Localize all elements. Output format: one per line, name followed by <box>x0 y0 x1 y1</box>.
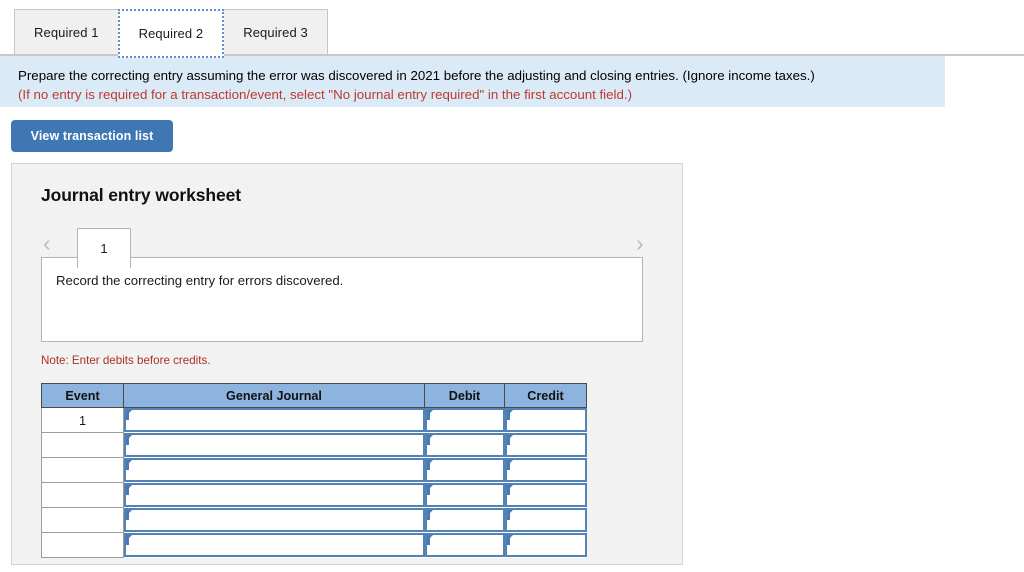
required-tab-strip: Required 1 Required 2 Required 3 <box>0 0 1024 58</box>
worksheet-title: Journal entry worksheet <box>41 185 241 205</box>
table-row: 1 <box>41 407 587 433</box>
event-cell <box>41 432 124 458</box>
account-select-input[interactable] <box>124 408 425 433</box>
debit-input[interactable] <box>424 458 505 482</box>
tab-required-1[interactable]: Required 1 <box>14 9 119 55</box>
account-select-input[interactable] <box>124 483 425 507</box>
view-transaction-list-button[interactable]: View transaction list <box>11 120 173 152</box>
table-header-row: Event General Journal Debit Credit <box>41 383 587 408</box>
credit-cell <box>504 457 587 483</box>
general-journal-cell <box>123 482 425 508</box>
instruction-secondary-text: (If no entry is required for a transacti… <box>18 87 633 102</box>
general-journal-cell <box>123 407 425 433</box>
debit-cell <box>424 407 505 433</box>
general-journal-cell <box>123 507 425 533</box>
debit-input[interactable] <box>424 483 505 507</box>
journal-entry-table: Event General Journal Debit Credit 1 <box>41 383 587 558</box>
account-select-input[interactable] <box>124 458 425 482</box>
tab-required-2[interactable]: Required 2 <box>117 9 225 58</box>
event-cell <box>41 532 124 558</box>
credit-cell <box>504 407 587 433</box>
credit-input[interactable] <box>504 458 587 482</box>
debit-input[interactable] <box>424 508 505 532</box>
general-journal-cell <box>123 432 425 458</box>
tab-required-3[interactable]: Required 3 <box>223 9 328 55</box>
debit-cell <box>424 482 505 508</box>
credit-input[interactable] <box>504 408 587 433</box>
credit-input[interactable] <box>504 433 587 457</box>
credit-cell <box>504 432 587 458</box>
credit-cell <box>504 482 587 508</box>
debit-input[interactable] <box>424 408 505 433</box>
general-journal-cell <box>123 457 425 483</box>
credit-input[interactable] <box>504 533 587 557</box>
account-select-input[interactable] <box>124 533 425 557</box>
debit-cell <box>424 457 505 483</box>
record-description-text: Record the correcting entry for errors d… <box>56 273 344 288</box>
credit-cell <box>504 532 587 558</box>
column-header-debit: Debit <box>424 383 505 408</box>
debit-input[interactable] <box>424 533 505 557</box>
event-cell <box>41 457 124 483</box>
table-row <box>41 482 587 508</box>
column-header-event: Event <box>41 383 124 408</box>
chevron-left-icon[interactable]: ‹ <box>43 232 51 255</box>
debit-cell <box>424 532 505 558</box>
event-cell <box>41 482 124 508</box>
instruction-primary-text: Prepare the correcting entry assuming th… <box>18 68 815 83</box>
credit-input[interactable] <box>504 483 587 507</box>
credit-cell <box>504 507 587 533</box>
credit-input[interactable] <box>504 508 587 532</box>
debits-before-credits-note: Note: Enter debits before credits. <box>41 354 211 367</box>
account-select-input[interactable] <box>124 508 425 532</box>
record-description-box: Record the correcting entry for errors d… <box>41 257 643 342</box>
instruction-banner: Prepare the correcting entry assuming th… <box>0 56 945 107</box>
table-row <box>41 507 587 533</box>
chevron-right-icon[interactable]: › <box>636 232 644 255</box>
tab-list: Required 1 Required 2 Required 3 <box>14 9 328 58</box>
general-journal-cell <box>123 532 425 558</box>
debit-cell <box>424 507 505 533</box>
debit-input[interactable] <box>424 433 505 457</box>
account-select-input[interactable] <box>124 433 425 457</box>
table-row <box>41 432 587 458</box>
table-row <box>41 457 587 483</box>
table-row <box>41 532 587 558</box>
debit-cell <box>424 432 505 458</box>
event-cell <box>41 507 124 533</box>
journal-entry-worksheet-panel: Journal entry worksheet ‹ 1 › Record the… <box>11 163 683 565</box>
entry-tab-1[interactable]: 1 <box>77 228 131 268</box>
column-header-credit: Credit <box>504 383 587 408</box>
event-cell: 1 <box>41 407 124 433</box>
column-header-general-journal: General Journal <box>123 383 425 408</box>
